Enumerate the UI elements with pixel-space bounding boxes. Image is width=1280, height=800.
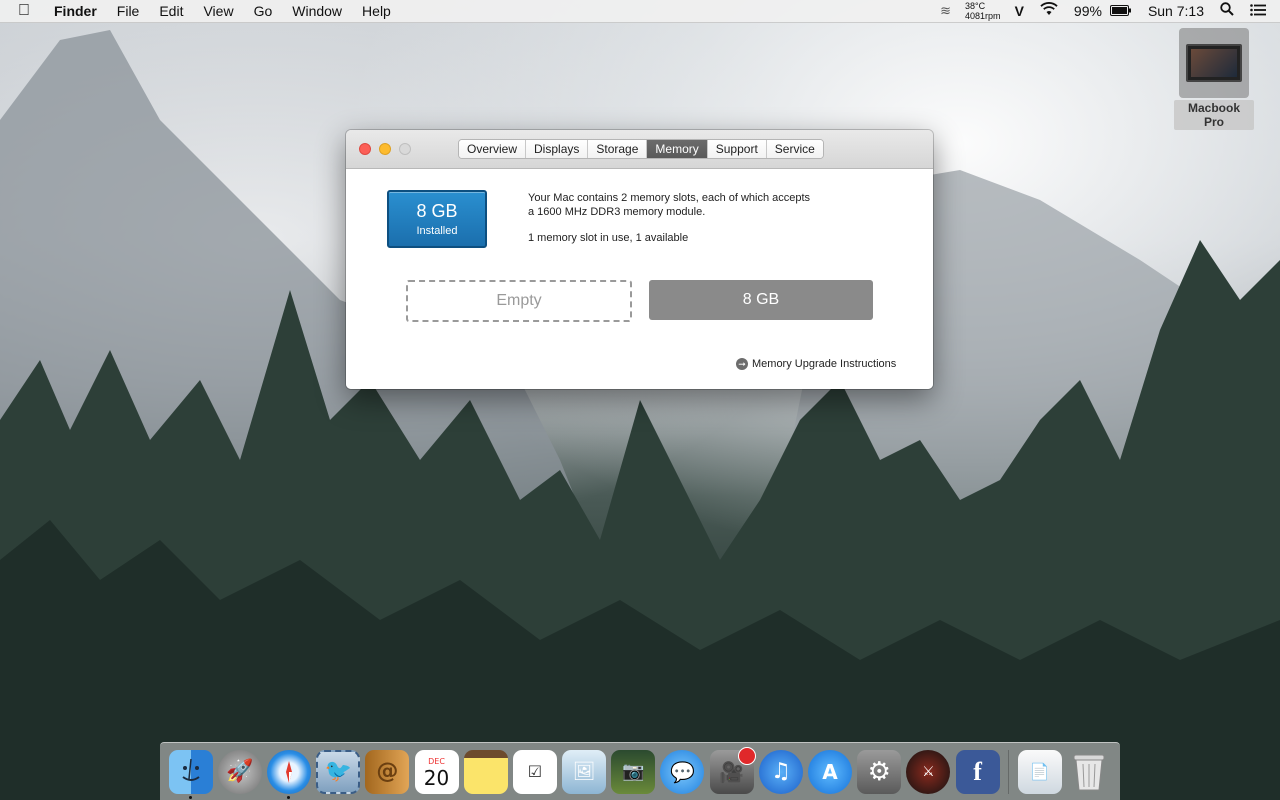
tab-overview[interactable]: Overview (459, 140, 527, 158)
installed-memory-label: Installed (416, 225, 458, 237)
menu-app-name[interactable]: Finder (44, 0, 107, 22)
finder-icon[interactable] (168, 749, 213, 799)
notes-icon[interactable] (463, 749, 508, 794)
battery-percent[interactable]: 99% (1066, 0, 1110, 22)
notification-center-icon[interactable] (1242, 0, 1280, 22)
contacts-icon[interactable]: @ (365, 749, 410, 794)
desktop-wallpaper (0, 30, 1280, 800)
memory-description-line1: Your Mac contains 2 memory slots, each o… (528, 192, 811, 204)
tab-bar: Overview Displays Storage Memory Support… (458, 139, 824, 159)
preview-icon[interactable]: 🖼 (562, 749, 607, 794)
window-titlebar[interactable]: Overview Displays Storage Memory Support… (346, 130, 933, 169)
apple-menu-icon[interactable]:  (0, 0, 44, 22)
downloads-stack-icon[interactable]: 📄 (1017, 749, 1062, 794)
tab-displays[interactable]: Displays (526, 140, 589, 158)
trash-icon[interactable] (1067, 750, 1111, 794)
macbook-pro-thumbnail-icon (1179, 28, 1249, 98)
memory-upgrade-link[interactable]: ➞ Memory Upgrade Instructions (736, 358, 896, 370)
memory-upgrade-label: Memory Upgrade Instructions (752, 358, 897, 370)
menu-bar:  Finder File Edit View Go Window Help ≋… (0, 0, 1280, 23)
memory-description: Your Mac contains 2 memory slots, each o… (528, 191, 868, 245)
messages-icon[interactable]: 💬 (660, 749, 705, 794)
desktop-icon-macbook-pro[interactable]: Macbook Pro (1174, 28, 1254, 131)
menu-file[interactable]: File (107, 0, 150, 22)
running-indicator (287, 795, 291, 799)
tab-service[interactable]: Service (766, 140, 823, 158)
wifi-icon[interactable] (1032, 0, 1066, 22)
spotlight-search-icon[interactable] (1212, 0, 1242, 22)
itunes-icon[interactable]: ♫ (758, 749, 803, 794)
facetime-icon[interactable]: 🎥 (709, 746, 756, 794)
menu-edit[interactable]: Edit (149, 0, 193, 22)
calendar-month: DEC (428, 756, 445, 766)
tab-storage[interactable]: Storage (588, 140, 648, 158)
minimize-button[interactable] (379, 143, 391, 155)
wireless-diagnostics-icon[interactable]: ≋ (932, 0, 959, 22)
memory-panel: 8 GB Installed Your Mac contains 2 memor… (346, 169, 933, 389)
dota-2-icon[interactable]: ⚔ (906, 749, 951, 794)
temperature-fan-status[interactable]: 38°C 4081rpm (959, 1, 1007, 21)
menu-go[interactable]: Go (244, 0, 283, 22)
notification-badge (737, 746, 756, 765)
arrow-circle-icon: ➞ (736, 358, 748, 370)
facebook-icon[interactable]: f (955, 749, 1000, 794)
tab-support[interactable]: Support (707, 140, 767, 158)
menu-help[interactable]: Help (352, 0, 401, 22)
system-preferences-icon[interactable]: ⚙ (857, 749, 902, 794)
menu-window[interactable]: Window (282, 0, 352, 22)
fan-readout: 4081rpm (965, 11, 1001, 21)
launchpad-icon[interactable]: 🚀 (217, 749, 262, 794)
zoom-button[interactable] (399, 143, 411, 155)
photo-booth-icon[interactable]: 📷 (611, 749, 656, 794)
reminders-icon[interactable]: ☑ (512, 749, 557, 794)
menu-view[interactable]: View (193, 0, 243, 22)
dock-separator (1008, 749, 1010, 794)
close-button[interactable] (359, 143, 371, 155)
window-controls (359, 143, 411, 155)
memory-slot-status: 1 memory slot in use, 1 available (528, 232, 689, 244)
app-store-icon[interactable]: A (808, 749, 853, 794)
memory-description-line2: a 1600 MHz DDR3 memory module. (528, 206, 706, 218)
menu-clock[interactable]: Sun 7:13 (1140, 0, 1212, 22)
memory-slot-empty: Empty (406, 280, 632, 322)
about-this-mac-window: Overview Displays Storage Memory Support… (346, 130, 933, 389)
safari-icon[interactable] (266, 749, 311, 799)
installed-memory-size: 8 GB (416, 201, 458, 221)
memory-slot-installed: 8 GB (649, 280, 873, 320)
v-app-icon[interactable]: V (1007, 0, 1032, 22)
dock: 🚀 🐦 @ DEC 20 ☑ 🖼 📷 💬 🎥 ♫ A ⚙ ⚔ f 📄 (160, 742, 1120, 800)
running-indicator (189, 795, 193, 799)
battery-icon[interactable] (1109, 0, 1140, 22)
calendar-icon[interactable]: DEC 20 (414, 749, 459, 794)
tab-memory[interactable]: Memory (647, 140, 708, 158)
installed-memory-badge: 8 GB Installed (387, 190, 487, 248)
mail-icon[interactable]: 🐦 (316, 749, 361, 794)
calendar-day: 20 (423, 765, 450, 790)
temperature-readout: 38°C (965, 1, 986, 11)
desktop-icon-label: Macbook Pro (1174, 100, 1254, 130)
